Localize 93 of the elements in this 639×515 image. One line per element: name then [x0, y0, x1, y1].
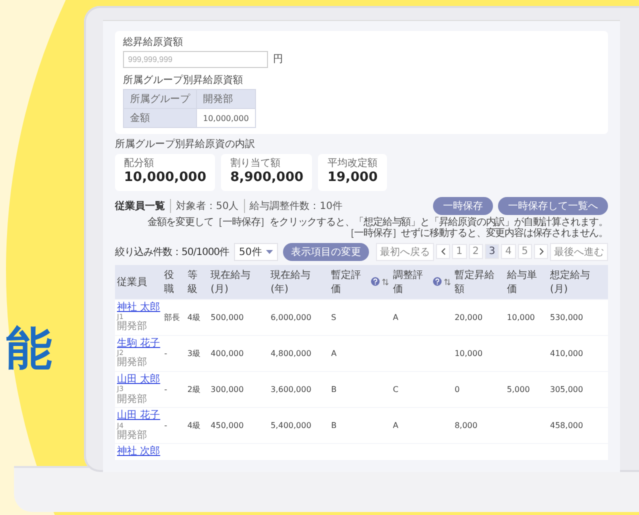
sort-icon[interactable]: [382, 278, 389, 286]
table-cell: 10,000: [506, 312, 535, 322]
adjust-count: 給与調整件数：10件: [244, 198, 342, 213]
table-cell: 4,800,000: [270, 348, 312, 358]
save-button[interactable]: 一時保存: [433, 196, 493, 215]
column-header: 現在給与(年): [270, 268, 312, 296]
table-cell: 20,000: [454, 312, 483, 322]
table-cell: 530,000: [550, 312, 584, 322]
page-button[interactable]: 4: [501, 244, 516, 260]
table-cell: 5,400,000: [270, 421, 312, 430]
help-icon[interactable]: [433, 277, 442, 286]
table-cell: 6,000,000: [270, 312, 312, 322]
section-title: 従業員一覧: [115, 200, 165, 213]
group-table-cell: 10,000,000: [196, 108, 256, 128]
table-cell: B: [331, 385, 337, 394]
table-cell: 4級: [187, 421, 201, 430]
first-page-button[interactable]: 最初へ戻る: [376, 242, 434, 261]
table-cell: B: [331, 421, 337, 430]
employee-link[interactable]: 神社 太郎: [117, 302, 160, 313]
column-header: 暫定昇給額: [454, 268, 496, 296]
table-cell: A: [392, 421, 398, 430]
table-cell: 3級: [187, 348, 201, 358]
stat-label: 平均改定額: [327, 158, 378, 170]
field-label: 総昇給原資額: [123, 37, 184, 49]
table-cell: -: [164, 421, 168, 430]
group-table-header: 所属グループ: [124, 90, 196, 108]
employee-link[interactable]: 山田 花子: [117, 410, 160, 422]
next-page-button[interactable]: [534, 244, 548, 260]
notice-text: ［一時保存］せずに移動すると、変更内容は保存されません。: [344, 228, 608, 240]
employee-link[interactable]: 山田 太郎: [117, 374, 160, 385]
table-cell: 300,000: [210, 385, 244, 394]
stat-value: 10,000,000: [124, 170, 206, 187]
chevron-left-icon: [440, 248, 446, 256]
budget-input[interactable]: 999,999,999: [123, 51, 268, 68]
column-header: 想定給与(月): [550, 268, 591, 296]
stat-value: 19,000: [327, 170, 378, 187]
table-cell: -: [164, 348, 168, 358]
table-cell: 400,000: [210, 348, 244, 358]
group-table-header: 金額: [124, 108, 196, 128]
previous-page-button[interactable]: [436, 244, 450, 260]
page-button[interactable]: 5: [518, 244, 532, 260]
per-page-select[interactable]: 50件: [234, 242, 278, 261]
table-cell: 458,000: [550, 421, 584, 430]
column-header: 給与単価: [506, 268, 538, 296]
table-cell: 部長: [164, 312, 180, 322]
table-cell: 410,000: [550, 348, 584, 358]
table-cell: 5,000: [506, 385, 530, 394]
section-label: 所属グループ別昇給原資の内訳: [115, 139, 256, 151]
save-button[interactable]: 一時保存して一覧へ: [498, 196, 608, 215]
column-header: 調整評価: [392, 268, 424, 296]
table-cell: 10,000: [454, 348, 483, 358]
table-cell: 8,000: [454, 421, 478, 430]
table-cell: S: [331, 312, 336, 322]
unit-label: 円: [273, 54, 283, 66]
group-table-cell: 開発部: [196, 90, 256, 108]
column-header: 現在給与(月): [210, 268, 252, 296]
columns-button[interactable]: 表示項目の変更: [282, 242, 369, 261]
column-header: 従業員: [117, 276, 147, 289]
stat-label: 配分額: [124, 158, 155, 170]
target-count: 対象者：50人: [170, 198, 239, 213]
notice-text: 金額を変更して［一時保存］をクリックすると、「想定給与額」と「昇給原資の内訳」が自動計算されます。: [146, 216, 608, 228]
table-cell: 2級: [187, 385, 201, 394]
page-button[interactable]: 3: [484, 244, 500, 260]
table-cell: -: [164, 385, 168, 394]
page-button[interactable]: 2: [468, 244, 483, 260]
employee-department: 開発部: [117, 430, 148, 442]
column-header: 等級: [187, 268, 198, 296]
table-cell: 305,000: [550, 385, 584, 394]
caret-icon: [266, 250, 273, 254]
table-cell: C: [392, 385, 398, 394]
employee-department: 開発部: [117, 321, 148, 333]
column-header: 役職: [164, 268, 176, 296]
filter-count: 絞り込み件数：50/1000件: [115, 246, 230, 259]
table-cell: 3,600,000: [270, 385, 312, 394]
column-header: 暫定評価: [331, 268, 362, 296]
table-cell: 0: [454, 385, 460, 394]
page-button[interactable]: 1: [452, 244, 466, 260]
help-icon[interactable]: [371, 277, 380, 286]
table-cell: 500,000: [210, 312, 244, 322]
table-cell: 4級: [187, 312, 201, 322]
table-cell: A: [331, 348, 337, 358]
employee-department: 開発部: [117, 394, 148, 406]
stat-value: 8,900,000: [230, 170, 304, 187]
headline: 能: [6, 320, 52, 377]
table-cell: A: [392, 312, 398, 322]
chevron-right-icon: [538, 248, 544, 256]
sort-icon[interactable]: [444, 278, 451, 286]
employee-link[interactable]: 生駒 花子: [117, 338, 160, 349]
group-label: 所属グループ別昇給原資額: [123, 75, 244, 87]
last-page-button[interactable]: 最後へ進む: [550, 242, 608, 261]
table-cell: 450,000: [210, 421, 244, 430]
employee-department: 開発部: [117, 357, 148, 369]
stat-label: 割り当て額: [230, 158, 282, 170]
